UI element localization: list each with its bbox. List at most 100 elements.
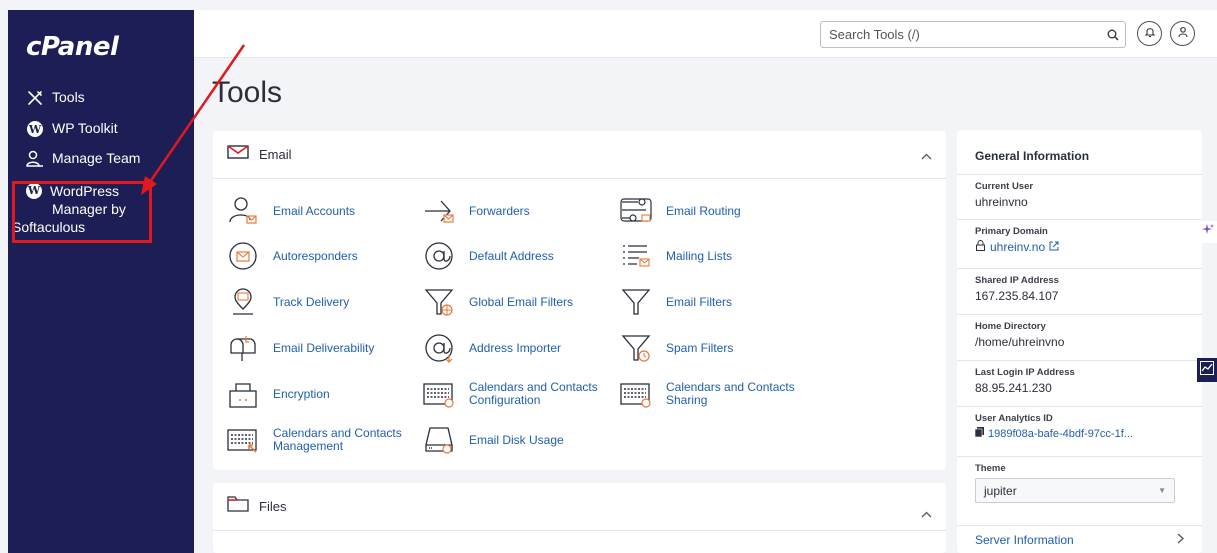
search-box [820, 21, 1126, 48]
info-last-login-ip: Last Login IP Address 88.95.241.230 [957, 361, 1202, 407]
info-label: Home Directory [975, 321, 1046, 332]
envelope-icon [227, 145, 249, 164]
tool-calendars-contacts-sharing[interactable]: Calendars and Contacts Sharing [620, 378, 806, 410]
lock-icon [975, 240, 986, 254]
files-panel-header[interactable]: Files [213, 483, 946, 531]
disk-usage-icon [423, 424, 455, 456]
panel-title: Email [259, 147, 292, 162]
tool-label: Calendars and Contacts Sharing [666, 380, 795, 407]
encryption-icon [227, 378, 259, 410]
chevron-up-icon[interactable] [921, 505, 932, 523]
general-information-heading: General Information [957, 130, 1202, 175]
info-value: /home/uhreinvno [975, 335, 1065, 349]
calendar-manage-icon [227, 424, 259, 456]
users-icon [26, 150, 44, 168]
notifications-button[interactable] [1137, 21, 1162, 46]
info-label: Theme [975, 463, 1006, 474]
sidebar-item-label: Tools [52, 89, 85, 105]
tool-forwarders[interactable]: Forwarders [423, 195, 530, 227]
primary-domain-link[interactable]: uhreinv.no [990, 240, 1045, 254]
tool-label: Email Accounts [273, 203, 356, 218]
sidebar-item-label: Manage Team [52, 150, 141, 166]
annotation-highlight-box [12, 181, 152, 243]
info-primary-domain: Primary Domain uhreinv.no [957, 220, 1202, 269]
tool-label: Mailing Lists [666, 248, 733, 263]
top-bar [194, 10, 1217, 58]
tool-email-filters[interactable]: Email Filters [620, 286, 732, 318]
sidebar: cPanel Tools W WP Toolkit Manage Team W … [8, 10, 194, 553]
chart-icon [1200, 360, 1214, 380]
tool-label: Email Disk Usage [469, 432, 564, 447]
copy-icon[interactable] [974, 427, 984, 440]
tool-address-importer[interactable]: Address Importer [423, 332, 561, 364]
mailbox-icon [227, 332, 259, 364]
spam-filter-icon [620, 332, 652, 364]
cpanel-logo[interactable]: cPanel [26, 32, 119, 62]
tool-encryption[interactable]: Encryption [227, 378, 330, 410]
theme-select[interactable]: jupiter ▼ [975, 478, 1175, 503]
panel-title: Files [259, 499, 287, 514]
tool-email-accounts[interactable]: Email Accounts [227, 195, 355, 227]
user-icon [1177, 25, 1189, 43]
sidebar-item-wp-toolkit[interactable]: W WP Toolkit [26, 120, 118, 138]
info-label: Shared IP Address [975, 275, 1059, 286]
calendar-share-icon [620, 378, 652, 410]
address-importer-icon [423, 332, 455, 364]
sidebar-item-tools[interactable]: Tools [26, 89, 85, 107]
user-menu-button[interactable] [1170, 21, 1195, 46]
info-label: Primary Domain [975, 226, 1048, 237]
tool-spam-filters[interactable]: Spam Filters [620, 332, 733, 364]
forwarders-icon [423, 195, 455, 227]
tool-track-delivery[interactable]: Track Delivery [227, 286, 349, 318]
analytics-button[interactable] [1197, 358, 1217, 382]
folder-icon [227, 496, 249, 517]
tool-label: Encryption [273, 386, 330, 401]
tool-autoresponders[interactable]: Autoresponders [227, 240, 358, 272]
tool-calendars-contacts-configuration[interactable]: Calendars and Contacts Configuration [423, 378, 609, 410]
files-panel: Files [213, 483, 946, 553]
info-label: Current User [975, 181, 1034, 192]
info-label: User Analytics ID [975, 413, 1053, 424]
tool-calendars-contacts-management[interactable]: Calendars and Contacts Management [227, 424, 413, 456]
calendar-config-icon [423, 378, 455, 410]
sidebar-item-manage-team[interactable]: Manage Team [26, 150, 140, 168]
chevron-up-icon[interactable] [921, 147, 932, 165]
tool-label: Spam Filters [666, 340, 734, 355]
external-link-icon[interactable] [1049, 240, 1059, 254]
tool-global-email-filters[interactable]: Global Email Filters [423, 286, 573, 318]
tool-email-routing[interactable]: Email Routing [620, 195, 741, 227]
wordpress-icon: W [27, 121, 43, 137]
tool-label: Forwarders [469, 203, 530, 218]
info-shared-ip: Shared IP Address 167.235.84.107 [957, 269, 1202, 315]
search-input[interactable] [821, 22, 1101, 47]
bell-icon [1144, 25, 1156, 43]
caret-down-icon: ▼ [1158, 486, 1166, 495]
info-user-analytics-id: User Analytics ID 1989f08a-bafe-4bdf-97c… [957, 407, 1202, 457]
global-filter-icon [423, 286, 455, 318]
info-label: Last Login IP Address [975, 367, 1075, 378]
sparkle-icon [1201, 223, 1215, 242]
info-value: 167.235.84.107 [975, 289, 1059, 303]
general-information-card: General Information Current User uhreinv… [957, 130, 1202, 553]
info-value: uhreinvno [975, 195, 1028, 209]
search-icon[interactable] [1101, 22, 1125, 47]
theme-select-value: jupiter [984, 483, 1017, 498]
tools-icon [26, 89, 44, 107]
server-information-link[interactable]: Server Information [957, 525, 1202, 553]
tool-label: Global Email Filters [469, 294, 574, 309]
email-accounts-icon [227, 195, 259, 227]
email-panel-header[interactable]: Email [213, 131, 946, 179]
ai-assistant-button[interactable] [1199, 221, 1217, 243]
tool-label: Track Delivery [273, 294, 350, 309]
info-home-directory: Home Directory /home/uhreinvno [957, 315, 1202, 361]
filter-icon [620, 286, 652, 318]
tool-label: Autoresponders [273, 248, 358, 263]
info-current-user: Current User uhreinvno [957, 175, 1202, 220]
tool-email-disk-usage[interactable]: Email Disk Usage [423, 424, 564, 456]
tool-email-deliverability[interactable]: Email Deliverability [227, 332, 374, 364]
tool-label: Calendars and Contacts Configuration [469, 380, 598, 407]
chevron-right-icon [1177, 533, 1184, 547]
email-routing-icon [620, 195, 652, 227]
tool-mailing-lists[interactable]: Mailing Lists [620, 240, 732, 272]
tool-default-address[interactable]: Default Address [423, 240, 554, 272]
